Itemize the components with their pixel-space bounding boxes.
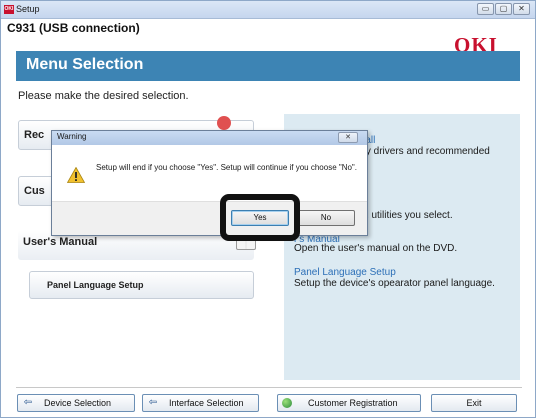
device-selection-button[interactable]: ⇦ Device Selection: [17, 394, 135, 412]
dialog-title-bar: Warning ✕: [52, 131, 367, 145]
recommended-install-label: Rec: [24, 129, 45, 141]
globe-icon: [282, 398, 292, 408]
page-title: Menu Selection: [26, 56, 144, 73]
footer-divider: [16, 387, 522, 388]
window-title: Setup: [16, 4, 40, 14]
custom-install-label: Cus: [24, 185, 45, 197]
exit-label: Exit: [466, 398, 482, 408]
model-name: C931 (USB connection): [7, 21, 140, 35]
panel-language-description: Setup the device's opearator panel langu…: [294, 278, 495, 289]
users-manual-description: Open the user's manual on the DVD.: [294, 243, 458, 254]
minimize-button[interactable]: ▭: [477, 3, 494, 15]
interface-selection-button[interactable]: ⇦ Interface Selection: [142, 394, 259, 412]
panel-language-link[interactable]: Panel Language Setup: [294, 267, 396, 278]
recommended-install-description: sary drivers and recommended: [352, 146, 490, 157]
maximize-button[interactable]: ▢: [495, 3, 512, 15]
instruction-text: Please make the desired selection.: [18, 90, 189, 102]
interface-selection-label: Interface Selection: [169, 398, 244, 408]
recommended-badge-icon: [217, 116, 231, 130]
device-selection-label: Device Selection: [44, 398, 112, 408]
users-manual-label: User's Manual: [23, 236, 98, 248]
no-button[interactable]: No: [297, 210, 355, 226]
customer-registration-label: Customer Registration: [308, 398, 398, 408]
panel-language-setup-button[interactable]: Panel Language Setup: [29, 271, 254, 299]
customer-registration-button[interactable]: Customer Registration: [277, 394, 421, 412]
back-arrow-icon: ⇦: [23, 397, 33, 408]
back-arrow-icon: ⇦: [148, 397, 158, 408]
close-button[interactable]: ✕: [513, 3, 530, 15]
dialog-footer: Yes No: [52, 201, 367, 235]
title-bar: OKI Setup ▭ ▢ ✕: [1, 1, 535, 19]
oki-app-icon: OKI: [4, 5, 14, 14]
dialog-title: Warning: [57, 132, 87, 141]
exit-button[interactable]: Exit: [431, 394, 517, 412]
warning-dialog: Warning ✕ Setup will end if you choose "…: [51, 130, 368, 236]
warning-icon: [67, 167, 85, 183]
dialog-close-button[interactable]: ✕: [338, 132, 358, 143]
dialog-message: Setup will end if you choose "Yes". Setu…: [96, 163, 357, 172]
highlight-ring: [220, 194, 300, 241]
panel-language-setup-label: Panel Language Setup: [47, 280, 144, 290]
dialog-body: Setup will end if you choose "Yes". Setu…: [52, 145, 367, 201]
menu-banner: Menu Selection: [16, 51, 520, 81]
